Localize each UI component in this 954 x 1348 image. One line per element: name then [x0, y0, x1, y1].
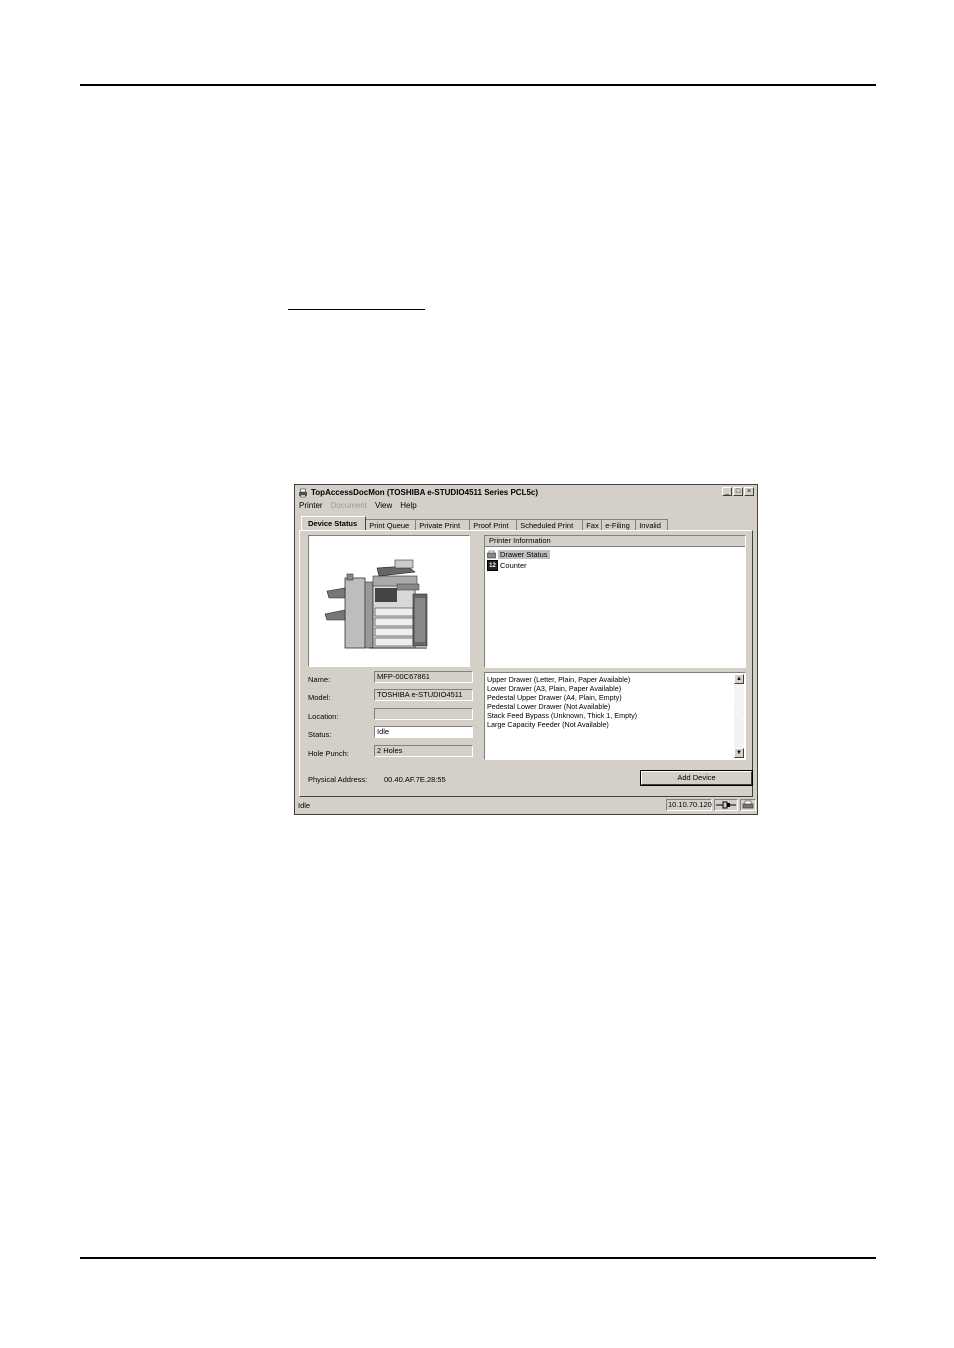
- window-title: TopAccessDocMon (TOSHIBA e-STUDIO4511 Se…: [311, 488, 539, 497]
- scroll-down-arrow-icon[interactable]: ▼: [734, 748, 744, 758]
- model-label: Model:: [308, 693, 331, 702]
- network-connection-icon: [714, 799, 738, 811]
- printer-information-box: Printer Information Drawer Status 12 Cou…: [484, 535, 746, 668]
- physical-address-value: 00.40.AF.7E.28:55: [384, 775, 446, 784]
- tab-print-queue[interactable]: Print Queue: [365, 519, 417, 530]
- status-label: Status:: [308, 730, 332, 739]
- field-row-hole-punch: Hole Punch: 2 Holes: [308, 745, 478, 759]
- status-bar-text: Idle: [298, 801, 311, 810]
- drawer-status-line: Lower Drawer (A3, Plain, Paper Available…: [487, 684, 622, 693]
- underline-rule: [288, 309, 425, 310]
- printer-information-header: Printer Information: [485, 536, 745, 547]
- tree-item-counter[interactable]: 12 Counter: [487, 560, 745, 571]
- hole-punch-label: Hole Punch:: [308, 749, 349, 758]
- title-bar[interactable]: TopAccessDocMon (TOSHIBA e-STUDIO4511 Se…: [296, 486, 756, 499]
- counter-icon: 12: [487, 560, 498, 571]
- minimize-button[interactable]: _: [722, 487, 732, 496]
- drawer-list-scrollbar[interactable]: ▲ ▼: [734, 674, 744, 758]
- drawer-status-line: Pedestal Upper Drawer (A4, Plain, Empty): [487, 693, 622, 702]
- add-device-button[interactable]: Add Device: [641, 771, 752, 785]
- close-button[interactable]: ×: [744, 487, 754, 496]
- model-field: TOSHIBA e-STUDIO4511: [374, 689, 473, 701]
- field-row-status: Status: Idle: [308, 726, 478, 740]
- menu-printer[interactable]: Printer: [299, 501, 323, 510]
- tab-invalid[interactable]: Invalid: [635, 519, 669, 530]
- topaccess-docmon-window: TopAccessDocMon (TOSHIBA e-STUDIO4511 Se…: [294, 484, 758, 815]
- tab-fax[interactable]: Fax: [582, 519, 603, 530]
- printer-info-tree: Drawer Status 12 Counter: [485, 547, 745, 571]
- drawer-status-line: Stack Feed Bypass (Unknown, Thick 1, Emp…: [487, 711, 638, 720]
- tree-item-label: Drawer Status: [498, 550, 550, 559]
- menu-view[interactable]: View: [375, 501, 392, 510]
- tab-private-print[interactable]: Private Print: [415, 519, 471, 530]
- field-row-name: Name: MFP-00C67861: [308, 671, 478, 685]
- printer-status-icon: [740, 799, 756, 811]
- tab-scheduled-print[interactable]: Scheduled Print: [516, 519, 584, 530]
- drawer-status-line: Pedestal Lower Drawer (Not Available): [487, 702, 611, 711]
- device-status-panel: Printer Information Drawer Status 12 Cou…: [299, 530, 753, 797]
- tab-device-status[interactable]: Device Status: [301, 516, 367, 530]
- menu-document: Document: [330, 501, 368, 510]
- menu-help[interactable]: Help: [400, 501, 416, 510]
- tree-item-label: Counter: [500, 561, 527, 570]
- drawer-icon: [487, 550, 496, 559]
- location-field: [374, 708, 473, 720]
- location-label: Location:: [308, 712, 339, 721]
- drawer-status-list: Upper Drawer (Letter, Plain, Paper Avail…: [484, 672, 746, 760]
- mfp-device-illustration: [324, 559, 428, 649]
- maximize-button[interactable]: □: [733, 487, 743, 496]
- field-row-model: Model: TOSHIBA e-STUDIO4511: [308, 689, 478, 703]
- printer-app-icon: [299, 488, 307, 497]
- tree-item-drawer-status[interactable]: Drawer Status: [487, 549, 745, 560]
- physical-address-label: Physical Address:: [308, 775, 368, 784]
- menu-bar: Printer Document View Help: [299, 501, 417, 510]
- scroll-up-arrow-icon[interactable]: ▲: [734, 674, 744, 684]
- hole-punch-field: 2 Holes: [374, 745, 473, 757]
- tab-e-filing[interactable]: e-Filing: [601, 519, 637, 530]
- field-row-location: Location:: [308, 708, 478, 722]
- status-field: Idle: [374, 726, 473, 738]
- drawer-status-line: Upper Drawer (Letter, Plain, Paper Avail…: [487, 675, 631, 684]
- drawer-status-line: Large Capacity Feeder (Not Available): [487, 720, 609, 729]
- status-bar: Idle 10.10.70.120: [296, 798, 756, 813]
- tab-proof-print[interactable]: Proof Print: [469, 519, 518, 530]
- printer-image-box: [308, 535, 470, 667]
- name-label: Name:: [308, 675, 331, 684]
- status-bar-ip: 10.10.70.120: [666, 799, 712, 811]
- tab-strip: Device Status Print Queue Private Print …: [301, 516, 669, 530]
- name-field: MFP-00C67861: [374, 671, 473, 683]
- page-bottom-rule: [80, 1257, 876, 1259]
- page-top-rule: [80, 84, 876, 86]
